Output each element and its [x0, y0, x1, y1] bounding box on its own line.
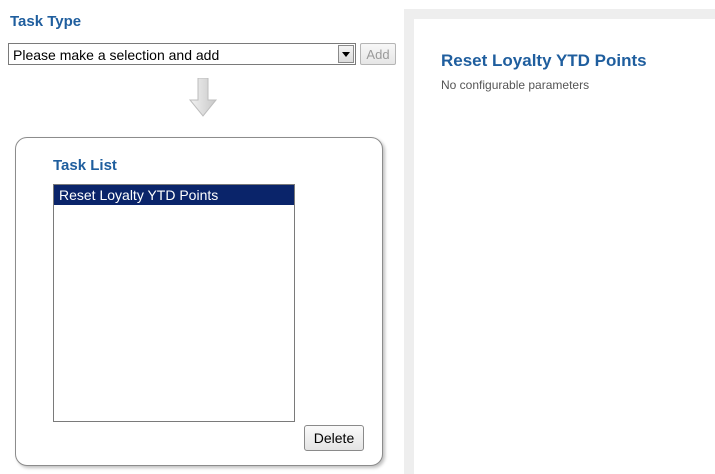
detail-panel: Reset Loyalty YTD Points No configurable… — [404, 9, 715, 474]
task-list-heading: Task List — [53, 157, 117, 174]
detail-subtitle: No configurable parameters — [441, 78, 590, 92]
task-type-select-value: Please make a selection and add — [13, 47, 220, 63]
detail-panel-body: Reset Loyalty YTD Points No configurable… — [414, 19, 715, 474]
add-button[interactable]: Add — [360, 43, 396, 65]
task-type-select[interactable]: Please make a selection and add — [8, 43, 356, 65]
chevron-down-icon[interactable] — [338, 45, 354, 63]
arrow-down-icon — [188, 78, 218, 117]
delete-button[interactable]: Delete — [304, 425, 364, 451]
task-list-panel: Task List Reset Loyalty YTD Points Delet… — [15, 137, 383, 466]
task-type-heading: Task Type — [10, 13, 82, 30]
detail-title: Reset Loyalty YTD Points — [441, 51, 647, 70]
task-listbox[interactable]: Reset Loyalty YTD Points — [53, 184, 295, 422]
list-item[interactable]: Reset Loyalty YTD Points — [54, 185, 294, 205]
